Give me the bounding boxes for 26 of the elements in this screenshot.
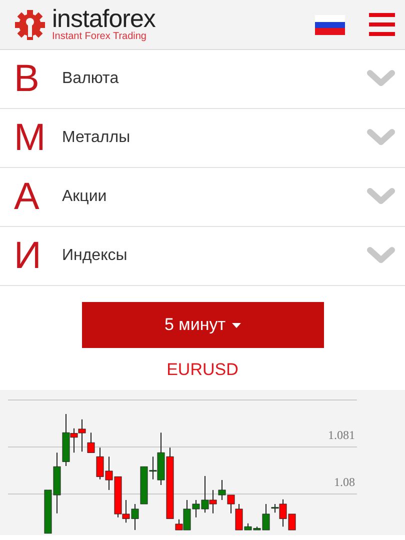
category-label: Индексы [62, 247, 128, 265]
caret-icon [232, 322, 241, 328]
gear-logo-icon [14, 8, 46, 40]
category-letter: А [14, 176, 40, 218]
logo-tagline: Instant Forex Trading [52, 31, 148, 42]
flag-icon[interactable] [315, 14, 345, 34]
chevron-down-icon[interactable] [367, 188, 395, 206]
menu-icon[interactable] [369, 13, 395, 36]
category-letter: И [14, 234, 42, 278]
category-letter: М [14, 116, 47, 160]
category-row[interactable]: А Акции [0, 168, 405, 227]
timeframe-button[interactable]: 5 минут [82, 302, 324, 348]
price-label: 1.081 [328, 428, 355, 443]
price-label: 1.08 [334, 475, 355, 490]
category-label: Металлы [62, 129, 132, 147]
category-letter: В [14, 58, 40, 100]
chevron-down-icon[interactable] [367, 129, 395, 147]
logo-wordmark: instaforex [52, 7, 156, 31]
category-row[interactable]: И Индексы [0, 227, 405, 286]
category-row[interactable]: М Металлы [0, 109, 405, 168]
category-label: Акции [62, 188, 108, 206]
symbol-label[interactable]: EURUSD [166, 360, 238, 380]
category-label: Валюта [62, 70, 120, 88]
chevron-down-icon[interactable] [367, 70, 395, 88]
chevron-down-icon[interactable] [367, 247, 395, 265]
category-row[interactable]: В Валюта [0, 50, 405, 109]
